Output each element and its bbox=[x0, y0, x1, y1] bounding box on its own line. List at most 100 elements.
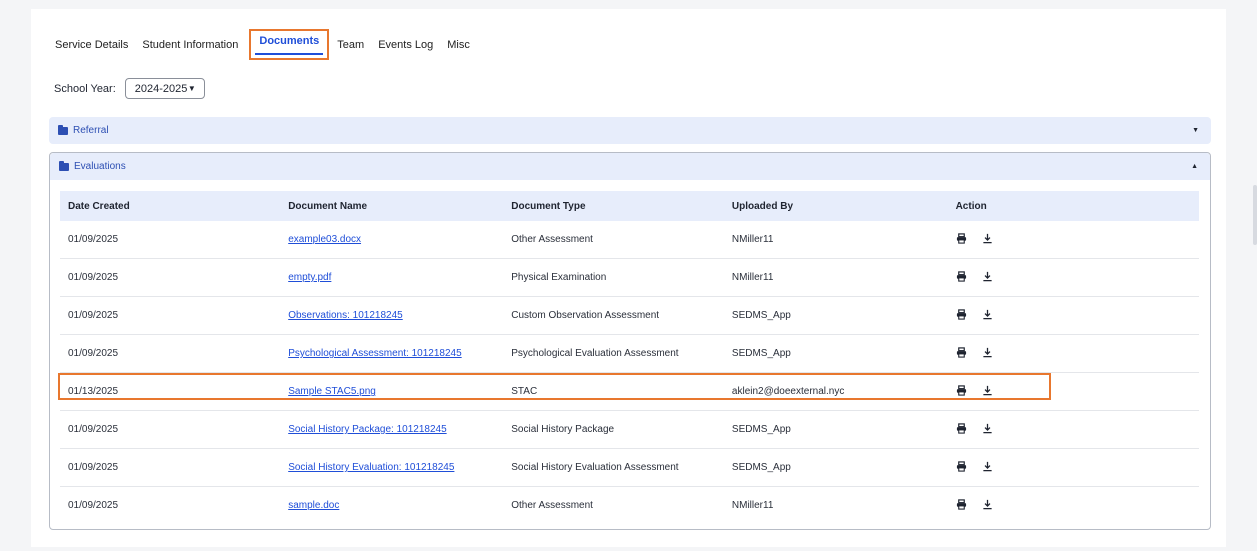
action-cell bbox=[947, 410, 1199, 449]
download-icon[interactable] bbox=[982, 346, 994, 358]
download-icon[interactable] bbox=[982, 270, 994, 282]
download-icon[interactable] bbox=[982, 232, 994, 244]
column-header-document-type[interactable]: Document Type bbox=[503, 191, 724, 221]
chevron-down-icon: ▼ bbox=[1192, 127, 1199, 134]
action-cell bbox=[947, 372, 1199, 411]
folder-icon bbox=[59, 160, 69, 171]
document-type-cell: Social History Evaluation Assessment bbox=[503, 448, 724, 487]
document-type-cell: Other Assessment bbox=[503, 221, 724, 259]
column-header-date-created[interactable]: Date Created bbox=[60, 191, 281, 221]
school-year-filter: School Year: 2024-2025 ▼ bbox=[54, 78, 205, 99]
document-name-cell: empty.pdf bbox=[280, 258, 504, 297]
document-link[interactable]: sample.doc bbox=[288, 500, 339, 511]
active-tab-underline bbox=[255, 53, 324, 55]
table-header-row: Date Created Document Name Document Type… bbox=[60, 191, 1199, 221]
chevron-up-icon: ▲ bbox=[1191, 163, 1198, 170]
document-link[interactable]: Social History Package: 101218245 bbox=[288, 424, 446, 435]
print-icon[interactable] bbox=[956, 422, 968, 434]
referral-accordion-header[interactable]: Referral ▼ bbox=[49, 117, 1211, 144]
document-name-cell: Psychological Assessment: 101218245 bbox=[280, 334, 504, 373]
document-link[interactable]: Social History Evaluation: 101218245 bbox=[288, 462, 454, 473]
uploaded-by-cell: SEDMS_App bbox=[723, 448, 948, 487]
action-cell bbox=[947, 258, 1199, 297]
document-name-cell: Sample STAC5.png bbox=[280, 372, 504, 411]
document-name-cell: example03.docx bbox=[280, 221, 504, 259]
uploaded-by-cell: SEDMS_App bbox=[723, 334, 948, 373]
action-buttons bbox=[956, 460, 994, 472]
evaluations-title: Evaluations bbox=[74, 161, 126, 172]
documents-table: Date Created Document Name Document Type… bbox=[60, 191, 1199, 524]
page-scrollbar[interactable] bbox=[1253, 185, 1257, 245]
document-type-cell: Custom Observation Assessment bbox=[503, 296, 724, 335]
print-icon[interactable] bbox=[956, 498, 968, 510]
date-created-cell: 01/09/2025 bbox=[68, 500, 119, 511]
date-created-cell: 01/09/2025 bbox=[60, 410, 281, 449]
referral-title: Referral bbox=[73, 125, 109, 136]
print-icon[interactable] bbox=[956, 232, 968, 244]
print-icon[interactable] bbox=[956, 308, 968, 320]
action-cell bbox=[947, 221, 1199, 259]
download-icon[interactable] bbox=[982, 422, 994, 434]
print-icon[interactable] bbox=[956, 460, 968, 472]
caret-down-icon: ▼ bbox=[187, 84, 196, 93]
uploaded-by-cell: NMiller11 bbox=[723, 221, 948, 259]
document-name-cell: sample.doc bbox=[280, 487, 503, 525]
document-link[interactable]: Psychological Assessment: 101218245 bbox=[288, 348, 461, 359]
document-type-cell: Psychological Evaluation Assessment bbox=[503, 334, 724, 373]
download-icon[interactable] bbox=[982, 308, 994, 320]
uploaded-by-cell: aklein2@doeexternal.nyc bbox=[723, 372, 948, 411]
table-row: 01/09/2025 Social History Evaluation: 101… bbox=[60, 448, 1199, 487]
documents-panel: Service Details Student Information Docu… bbox=[31, 9, 1226, 547]
print-icon[interactable] bbox=[956, 346, 968, 358]
tab-documents[interactable]: Documents bbox=[249, 29, 330, 60]
action-cell bbox=[948, 487, 1199, 525]
tab-misc[interactable]: Misc bbox=[447, 34, 470, 51]
referral-accordion: Referral ▼ bbox=[49, 117, 1211, 144]
tab-service-details[interactable]: Service Details bbox=[55, 34, 128, 51]
action-buttons bbox=[956, 422, 994, 434]
document-link[interactable]: example03.docx bbox=[288, 234, 361, 245]
action-cell bbox=[947, 296, 1199, 335]
table-row: 01/09/2025 sample.doc Other Assessment NMil… bbox=[60, 487, 1199, 525]
column-header-document-name[interactable]: Document Name bbox=[280, 191, 504, 221]
uploaded-by-cell: SEDMS_App bbox=[723, 296, 948, 335]
date-created-cell: 01/09/2025 bbox=[60, 448, 281, 487]
document-type-cell: STAC bbox=[503, 372, 724, 411]
action-buttons bbox=[956, 346, 994, 358]
tab-student-information[interactable]: Student Information bbox=[142, 34, 238, 51]
school-year-value: 2024-2025 bbox=[134, 82, 188, 95]
tab-documents-label: Documents bbox=[259, 35, 320, 47]
evaluations-accordion: Evaluations ▲ Date Created Document Name… bbox=[49, 152, 1211, 530]
action-cell bbox=[947, 334, 1199, 373]
table-row: 01/13/2025 Sample STAC5.png STAC aklein2@do… bbox=[60, 372, 1199, 411]
date-created-cell: 01/09/2025 bbox=[60, 221, 281, 259]
tab-bar: Service Details Student Information Docu… bbox=[55, 29, 484, 70]
download-icon[interactable] bbox=[982, 498, 994, 510]
table-row: 01/09/2025 Psychological Assessment: 1012… bbox=[60, 334, 1199, 373]
print-icon[interactable] bbox=[956, 384, 968, 396]
table-row: 01/09/2025 example03.docx Other Assessment… bbox=[60, 221, 1199, 259]
document-link[interactable]: Observations: 101218245 bbox=[288, 310, 403, 321]
uploaded-by-cell: NMiller11 bbox=[723, 258, 948, 297]
date-created-cell: 01/09/2025 bbox=[60, 334, 281, 373]
folder-icon bbox=[58, 124, 68, 135]
document-type-cell: Physical Examination bbox=[503, 258, 724, 297]
column-header-uploaded-by[interactable]: Uploaded By bbox=[723, 191, 948, 221]
table-row: 01/09/2025 Social History Package: 101218… bbox=[60, 410, 1199, 449]
print-icon[interactable] bbox=[956, 270, 968, 282]
evaluations-accordion-header[interactable]: Evaluations ▲ bbox=[50, 153, 1210, 180]
document-link[interactable]: Sample STAC5.png bbox=[288, 386, 376, 397]
download-icon[interactable] bbox=[982, 460, 994, 472]
table-row: 01/09/2025 Observations: 101218245 Custom … bbox=[60, 296, 1199, 335]
document-name-cell: Observations: 101218245 bbox=[280, 296, 504, 335]
table-row: 01/09/2025 empty.pdf Physical Examination N… bbox=[60, 258, 1199, 297]
date-created-cell: 01/09/2025 bbox=[60, 258, 281, 297]
action-buttons bbox=[956, 308, 994, 320]
action-buttons bbox=[956, 384, 994, 396]
download-icon[interactable] bbox=[982, 384, 994, 396]
school-year-select[interactable]: 2024-2025 ▼ bbox=[124, 78, 205, 99]
document-type-cell: Social History Package bbox=[503, 410, 724, 449]
tab-events-log[interactable]: Events Log bbox=[378, 34, 433, 51]
tab-team[interactable]: Team bbox=[337, 34, 364, 51]
document-link[interactable]: empty.pdf bbox=[288, 272, 331, 283]
